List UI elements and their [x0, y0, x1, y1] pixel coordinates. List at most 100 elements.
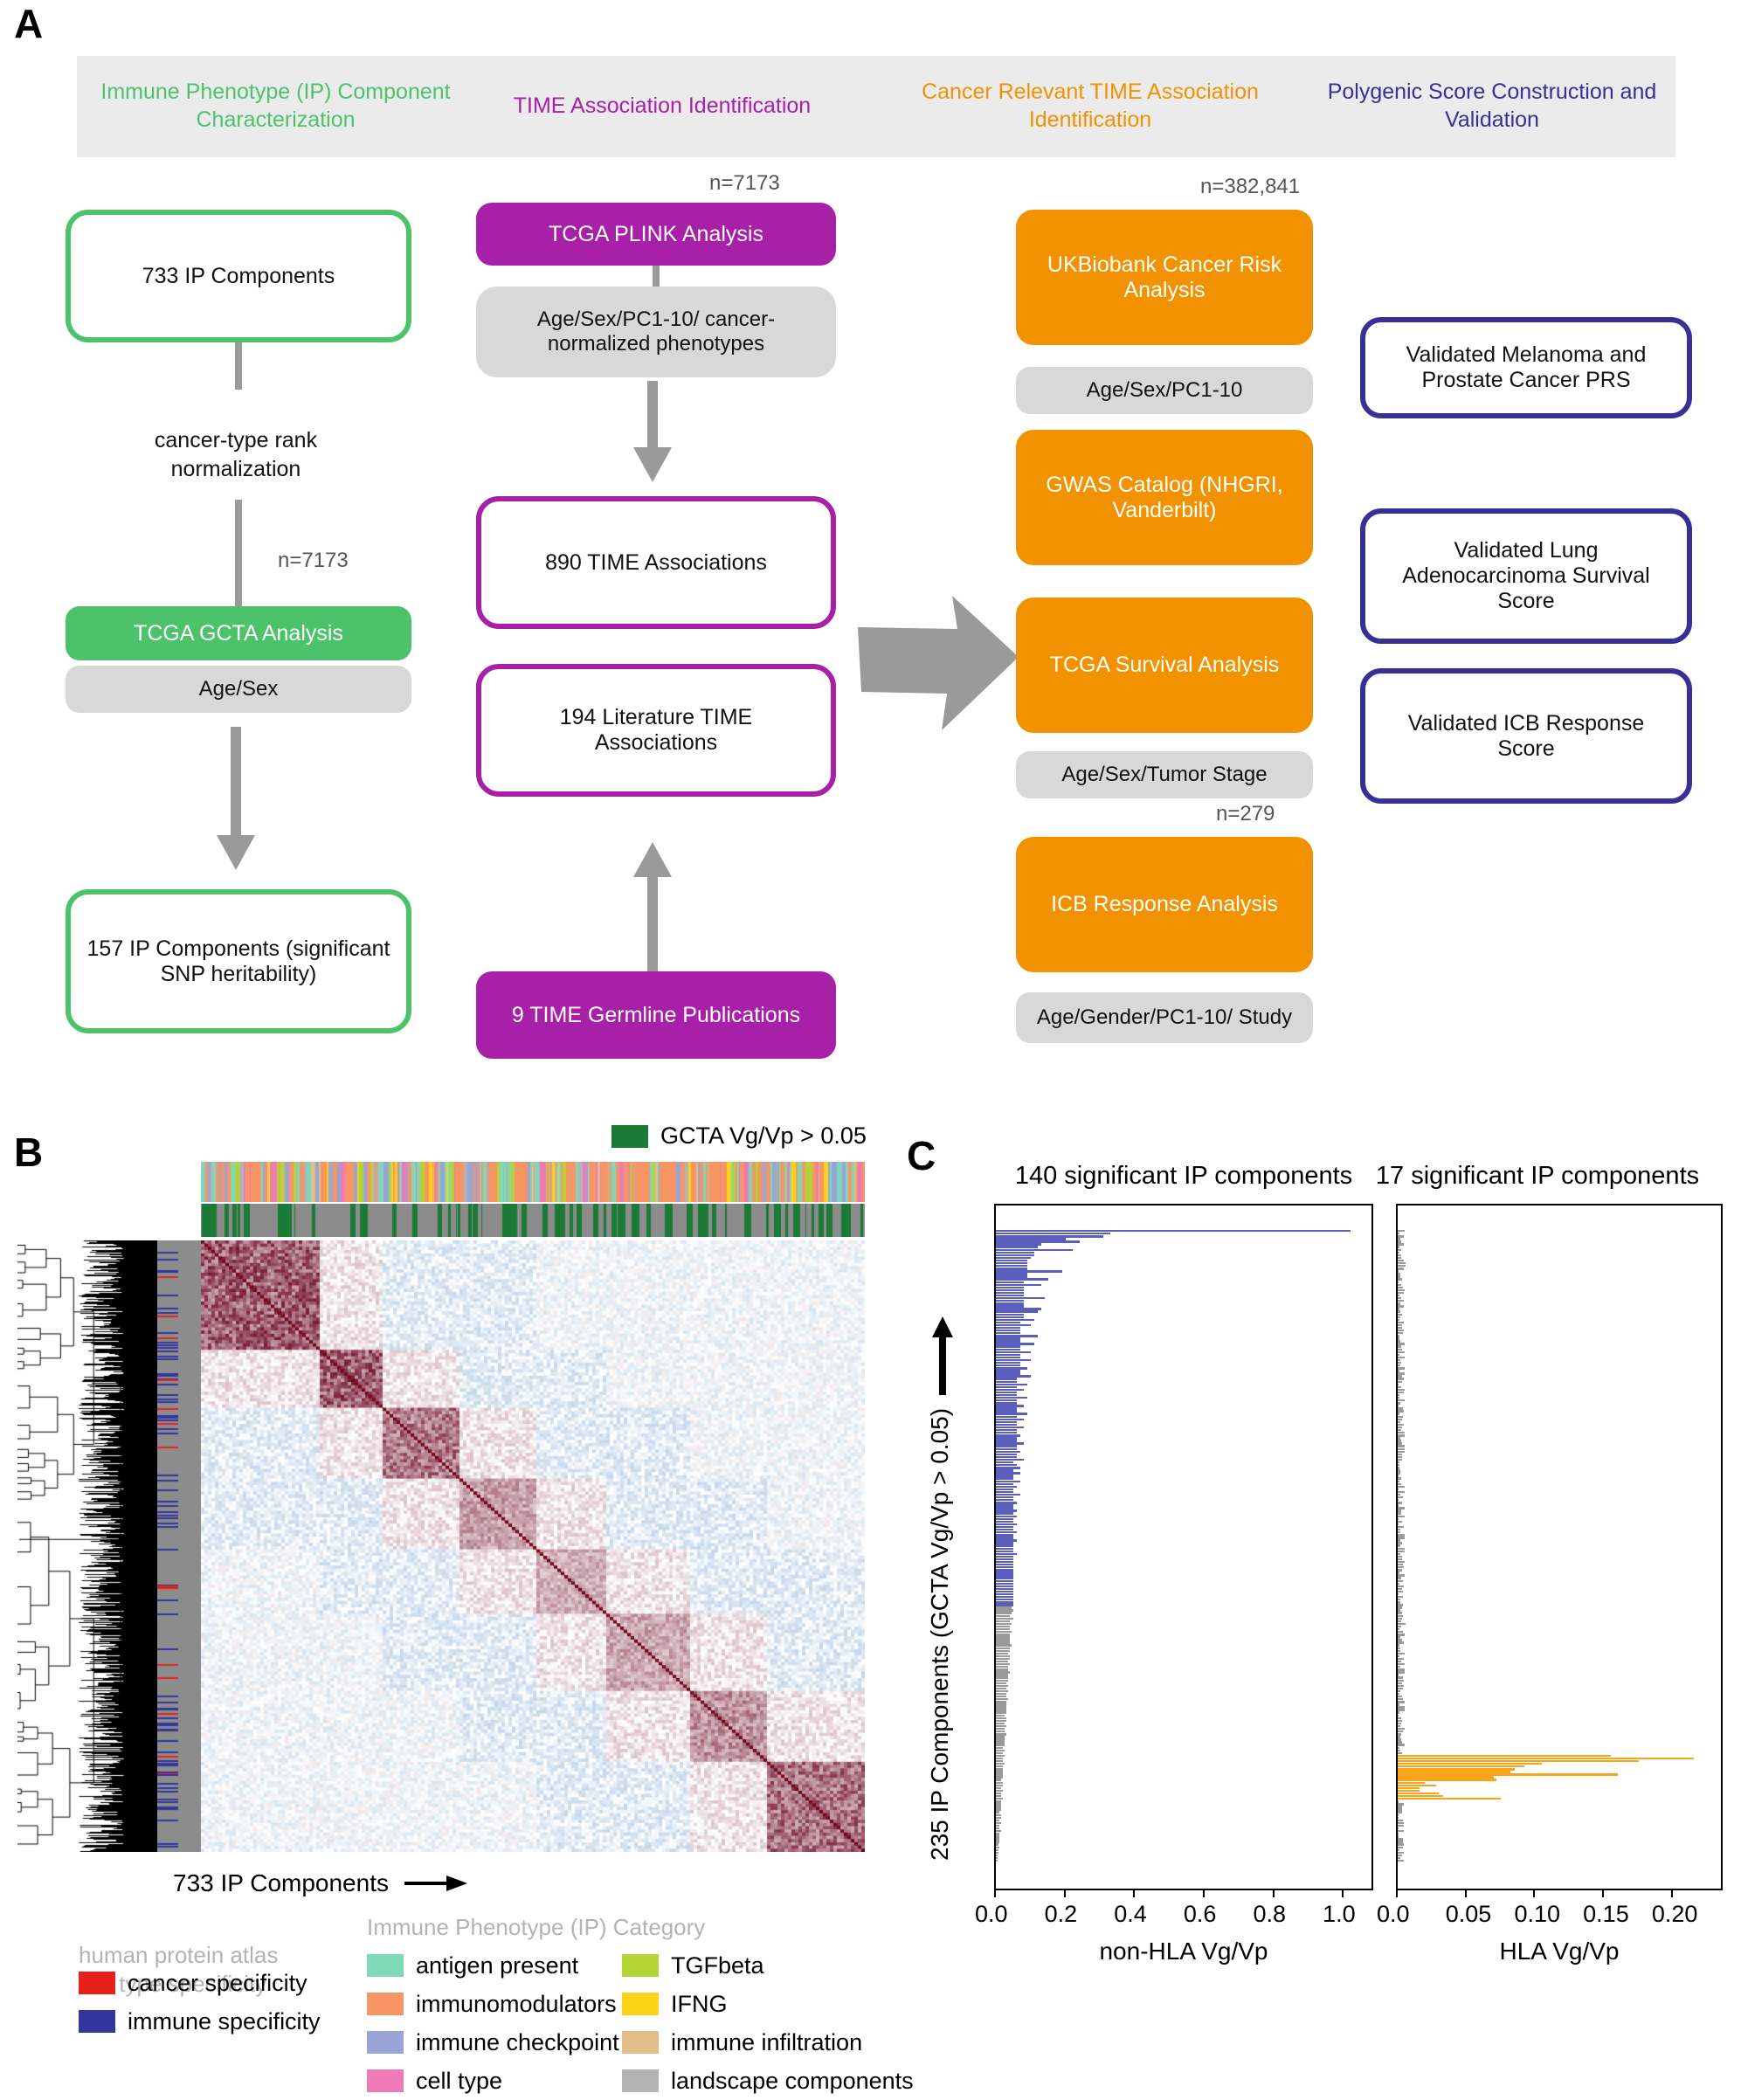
chart-left-bar: [996, 1819, 999, 1822]
chart-right-bar: [1398, 1676, 1404, 1679]
node-validated-melanoma-prostate-prs[interactable]: Validated Melanoma and Prostate Cancer P…: [1360, 317, 1692, 418]
chart-right-bar: [1398, 1517, 1399, 1521]
antigen-present-label: antigen present: [416, 1951, 579, 1979]
chart-right-bar: [1398, 1477, 1401, 1480]
chart-right-bar: [1398, 1340, 1400, 1343]
chart-left-bar: [996, 1698, 1008, 1701]
chart-right-bar: [1398, 1579, 1403, 1582]
immune-specificity-label: immune specificity: [128, 2007, 321, 2034]
node-ukbiobank-cancer-risk-analysis[interactable]: UKBiobank Cancer Risk Analysis: [1016, 210, 1313, 345]
chart-right-bar: [1398, 1286, 1404, 1289]
chart-left-bar: [996, 1455, 1017, 1459]
chart-left-bar: [996, 1794, 1001, 1798]
chart-left-bar: [996, 1525, 1013, 1529]
chart-right-bar: [1398, 1859, 1404, 1862]
node-survival-label: TCGA Survival Analysis: [1049, 653, 1280, 677]
node-733-ip-components[interactable]: 733 IP Components: [66, 210, 411, 342]
chart-right-bar: [1398, 1821, 1405, 1825]
chart-right-bar: [1398, 1528, 1400, 1531]
node-tcga-plink-analysis[interactable]: TCGA PLINK Analysis: [476, 203, 836, 266]
node-gwas-catalog[interactable]: GWAS Catalog (NHGRI, Vanderbilt): [1016, 430, 1313, 565]
chart-left-bar: [996, 1380, 1017, 1383]
chart-left-bar: [996, 1283, 1041, 1286]
chart-right-bar: [1398, 1679, 1405, 1682]
chart-left-bar: [996, 1663, 1010, 1666]
node-icb-response-analysis[interactable]: ICB Response Analysis: [1016, 837, 1313, 972]
chart-left-bar: [996, 1625, 1010, 1628]
chart-left-bar: [996, 1631, 1012, 1634]
chart-right-bar: [1398, 1724, 1401, 1728]
chart-left-bar: [996, 1722, 1005, 1725]
chart-left-bar: [996, 1453, 1017, 1456]
chart-right-bar: [1398, 1278, 1403, 1281]
node-validated-icb-response-score[interactable]: Validated ICB Response Score: [1360, 668, 1692, 804]
node-194-label: 194 Literature TIME Associations: [559, 705, 753, 755]
node-survival-covariates[interactable]: Age/Sex/Tumor Stage: [1016, 751, 1313, 798]
chart-left-bar: [996, 1432, 1017, 1434]
node-tcga-gcta-analysis[interactable]: TCGA GCTA Analysis: [66, 606, 411, 660]
chart-right-bar: [1398, 1830, 1405, 1833]
flow-header-1: Immune Phenotype (IP) Component Characte…: [100, 79, 451, 132]
chart-right-bar: [1398, 1689, 1400, 1693]
chart-left-bar: [996, 1741, 1005, 1744]
chart-left-bar: [996, 1784, 1003, 1787]
heatmap-row-specificity-bar: [157, 1240, 201, 1852]
chart-left-bar: [996, 1848, 999, 1851]
chart-left-bar: [996, 1789, 1003, 1793]
chart-left-bar: [996, 1345, 1020, 1348]
node-ukb-label: UKBiobank Cancer Risk Analysis: [1047, 252, 1282, 302]
chart-left-bar: [996, 1496, 1013, 1499]
chart-right-bar: [1398, 1833, 1399, 1835]
chart-left-bar: [996, 1620, 1010, 1623]
chart-right-bar: [1398, 1364, 1401, 1367]
chart-left-bar: [996, 1273, 1027, 1275]
legend-item-landscape-components: landscape components: [622, 2062, 914, 2100]
chart-left-bar: [996, 1397, 1027, 1399]
node-tcga-survival-analysis[interactable]: TCGA Survival Analysis: [1016, 598, 1313, 733]
node-icb-covariates[interactable]: Age/Gender/PC1-10/ Study: [1016, 992, 1313, 1043]
chart-right-bar: [1398, 1779, 1497, 1781]
chart-right-bar: [1398, 1367, 1406, 1370]
chart-right-bar: [1398, 1547, 1406, 1550]
axis-tick-label: 0.0: [1377, 1901, 1410, 1927]
chart-right-bar: [1398, 1649, 1400, 1652]
chart-left-bar: [996, 1773, 1003, 1776]
node-plink-covariates[interactable]: Age/Sex/PC1-10/ cancer-normalized phenot…: [476, 287, 836, 377]
chart-left-bar: [996, 1641, 1010, 1644]
chart-right-bar: [1398, 1609, 1400, 1612]
chart-left-bar: [996, 1407, 1017, 1410]
chart-left-bar: [996, 1348, 1020, 1350]
chart-left-bar: [996, 1502, 1017, 1504]
node-157-ip-components[interactable]: 157 IP Components (significant SNP herit…: [66, 889, 411, 1033]
chart-right-bar: [1398, 1361, 1402, 1364]
chart-left-bar: [996, 1517, 1013, 1521]
node-890-time-associations[interactable]: 890 TIME Associations: [476, 496, 836, 629]
chart-right-bar: [1398, 1233, 1400, 1235]
chart-right-bar: [1398, 1316, 1400, 1318]
chart-right-bar: [1398, 1383, 1399, 1385]
legend-item-antigen-present: antigen present: [367, 1946, 619, 1985]
chart-right-bar: [1398, 1590, 1404, 1593]
chart-right-bar: [1398, 1558, 1402, 1561]
axis-tick-label: 1.0: [1323, 1901, 1356, 1927]
chart-left-x-ticks: 0.0 0.2 0.4 0.6 0.8 1.0: [975, 1889, 1373, 1932]
chart-left-bar: [996, 1270, 1062, 1273]
chart-left-bar: [996, 1824, 999, 1827]
node-validated-lung-survival-score[interactable]: Validated Lung Adenocarcinoma Survival S…: [1360, 508, 1692, 644]
node-gcta-covariates[interactable]: Age/Sex: [66, 666, 411, 713]
chart-left-bar: [996, 1724, 1006, 1728]
node-9-time-germline-publications[interactable]: 9 TIME Germline Publications: [476, 971, 836, 1059]
chart-right-bar: [1398, 1326, 1402, 1330]
node-194-literature-associations[interactable]: 194 Literature TIME Associations: [476, 664, 836, 797]
chart-left-bar: [996, 1547, 1013, 1550]
chart-right-bar: [1398, 1385, 1402, 1389]
chart-right-bar: [1398, 1399, 1406, 1402]
chart-right-bar: [1398, 1455, 1402, 1459]
node-ukb-covariates[interactable]: Age/Sex/PC1-10: [1016, 367, 1313, 414]
chart-left-bar: [996, 1759, 1003, 1763]
chart-left-bar: [996, 1246, 1038, 1248]
chart-left-bar: [996, 1738, 1005, 1741]
node-gcta-label: TCGA GCTA Analysis: [134, 620, 343, 646]
chart-left-bar: [996, 1771, 1003, 1773]
chart-right-bar: [1398, 1310, 1401, 1313]
